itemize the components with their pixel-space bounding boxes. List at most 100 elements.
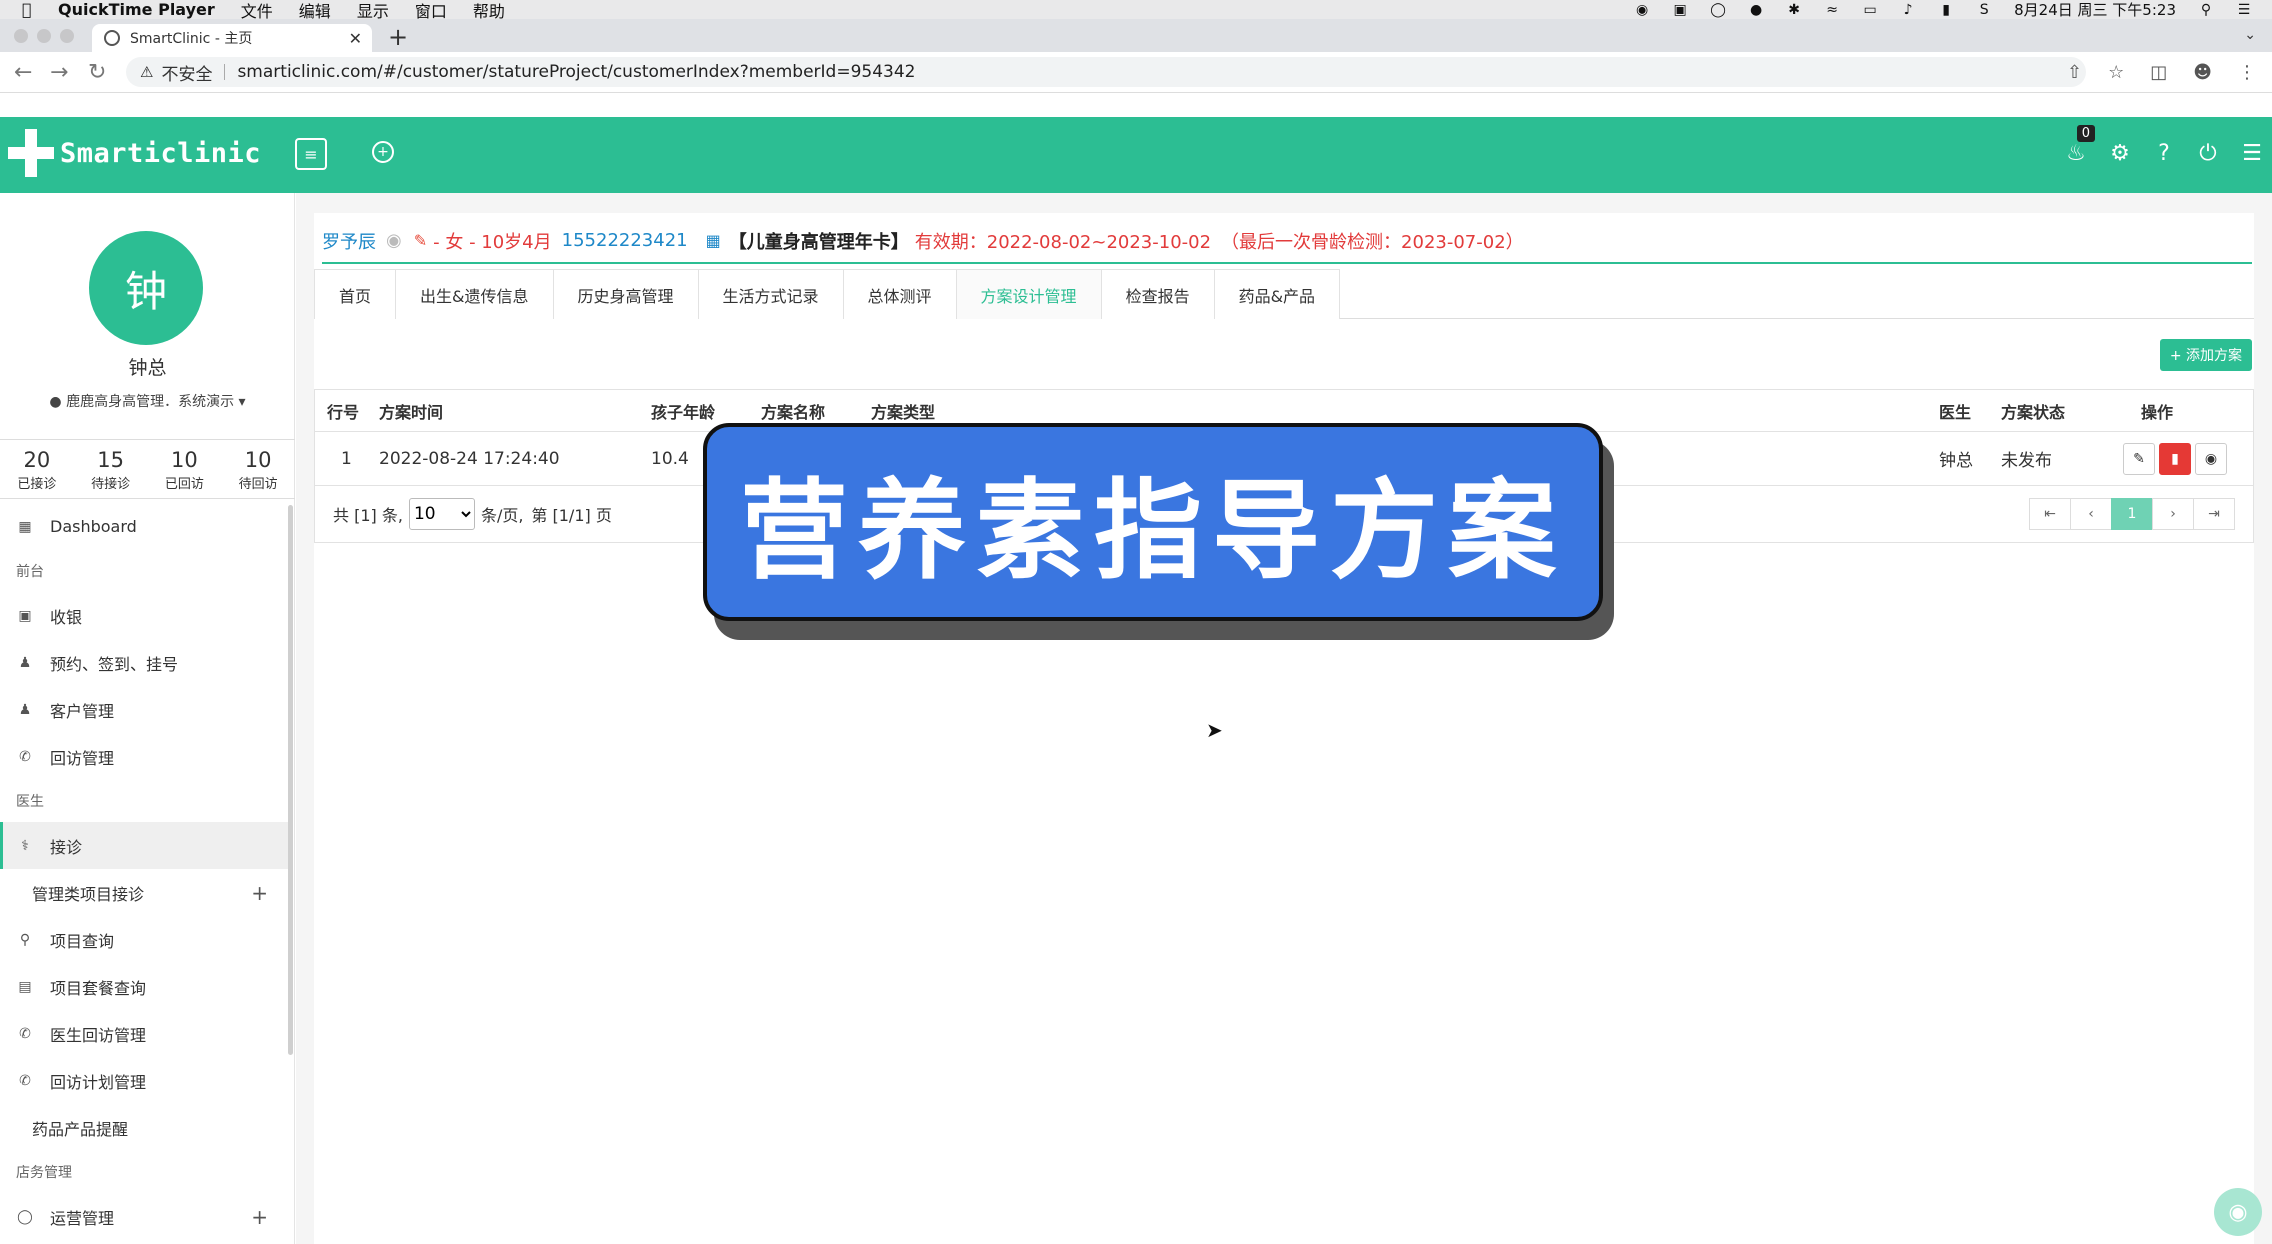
tab-close-icon[interactable]: ✕ (349, 29, 362, 48)
sidebar-item-mgmt-reception[interactable]: 管理类项目接诊 + (0, 869, 288, 916)
back-arrow-icon[interactable]: ← (14, 60, 32, 85)
wechat-icon[interactable]: ● (1748, 2, 1764, 18)
edit-pen-icon[interactable]: ✎ (414, 231, 427, 250)
tab-lifestyle[interactable]: 生活方式记录 (697, 269, 844, 319)
sidebar-item-package-query[interactable]: ▤ 项目套餐查询 (0, 963, 288, 1010)
tab-home[interactable]: 首页 (314, 269, 397, 319)
tab-exam-report[interactable]: 检查报告 (1100, 269, 1215, 319)
logo[interactable]: Smarticlinic (8, 129, 261, 177)
help-icon[interactable]: ? (2152, 141, 2176, 166)
profile-icon[interactable]: ☻ (2193, 62, 2212, 83)
list-indent-icon[interactable]: ☰ (2240, 141, 2264, 166)
next-page-icon[interactable]: › (2152, 498, 2194, 530)
patient-name[interactable]: 罗予辰 (322, 228, 376, 254)
browser-toolbar-icons: ⇧ ☆ ◫ ☻ ⋮ (2067, 62, 2256, 83)
sidebar-item-appointment[interactable]: ♟ 预约、签到、挂号 (0, 639, 288, 686)
star-icon[interactable]: ☆ (2108, 62, 2124, 83)
section-store: 店务管理 (16, 1165, 72, 1181)
new-tab-button[interactable]: + (388, 23, 408, 51)
sidebar-item-cashier[interactable]: ▣ 收银 (0, 592, 288, 639)
airplay-icon[interactable]: ▭ (1862, 2, 1878, 18)
trash-icon[interactable]: ▮ (2159, 442, 2191, 475)
stat-to-follow[interactable]: 10 待回访 (221, 440, 295, 498)
w-icon[interactable]: ▣ (1672, 2, 1688, 18)
tab-overall-eval[interactable]: 总体测评 (842, 269, 957, 319)
last-bone-age-check: （最后一次骨龄检测：2023-07-02） (1221, 231, 1524, 253)
app-header: Smarticlinic ≡ + 0 ♨ ⚙ ? ⏻ ☰ (0, 117, 2272, 193)
sidebar-item-label: 接诊 (50, 837, 83, 857)
stat-received[interactable]: 20 已接诊 (0, 440, 74, 498)
eye-icon[interactable]: ◉ (2195, 442, 2227, 475)
page-current[interactable]: 1 (2111, 498, 2153, 530)
sidebar-item-doctor-followup[interactable]: ✆ 医生回访管理 (0, 1010, 288, 1057)
cell-row-no: 1 (341, 448, 352, 469)
stat-followed[interactable]: 10 已回访 (148, 440, 222, 498)
col-type: 方案类型 (871, 402, 936, 422)
apple-icon[interactable]:  (22, 0, 42, 19)
clock[interactable]: 8月24日 周三 下午5:23 (2014, 0, 2176, 20)
sidebar-item-drug-reminder[interactable]: 药品产品提醒 (0, 1104, 288, 1151)
sidebar-item-label: 项目套餐查询 (50, 978, 147, 998)
first-page-icon[interactable]: ⇤ (2029, 498, 2071, 530)
menu-toggle-button[interactable]: ≡ (295, 138, 327, 170)
forward-arrow-icon[interactable]: → (50, 60, 68, 85)
stat-waiting[interactable]: 15 待接诊 (74, 440, 148, 498)
user-location[interactable]: ● 鹿鹿高身高管理．系统演示 ▾ (0, 391, 295, 411)
url-field[interactable]: ⚠ 不安全 smarticlinic.com/#/customer/statur… (126, 57, 2086, 87)
tab-birth-genetics[interactable]: 出生&遗传信息 (395, 269, 554, 319)
add-plan-button[interactable]: + 添加方案 (2159, 339, 2252, 371)
tab-plan-design[interactable]: 方案设计管理 (955, 269, 1102, 319)
maximize-window-button[interactable] (60, 29, 74, 43)
cell-doctor: 钟总 (1939, 451, 1973, 471)
add-circle-icon[interactable]: + (372, 141, 394, 163)
sidebar-item-label: 回访管理 (50, 748, 115, 768)
volume-icon[interactable]: ♪ (1900, 2, 1916, 18)
prev-page-icon[interactable]: ‹ (2070, 498, 2112, 530)
sidebar-item-customer[interactable]: ♟ 客户管理 (0, 686, 288, 733)
tab-search-icon[interactable]: ⌄ (2244, 27, 2256, 43)
last-page-icon[interactable]: ⇥ (2193, 498, 2235, 530)
col-ops: 操作 (2141, 402, 2174, 422)
phone-icon: ✆ (19, 748, 31, 765)
reload-icon[interactable]: ↻ (88, 60, 106, 85)
kebab-menu-icon[interactable]: ⋮ (2238, 62, 2256, 83)
wifi-icon[interactable]: ≈ (1824, 2, 1840, 18)
control-center-icon[interactable]: ☰ (2236, 2, 2252, 18)
tab-height-history[interactable]: 历史身高管理 (552, 269, 699, 319)
browser-tab[interactable]: SmartClinic - 主页 ✕ (92, 24, 372, 52)
share-icon[interactable]: ⇧ (2067, 62, 2082, 83)
bell-icon[interactable]: ♨ (2064, 141, 2088, 166)
sidebar-item-project-query[interactable]: ⚲ 项目查询 (0, 916, 288, 963)
user-location-text: 鹿鹿高身高管理．系统演示 (66, 394, 235, 410)
sidebar-scrollbar[interactable] (288, 505, 293, 1055)
power-icon[interactable]: ⏻ (2196, 141, 2220, 166)
card-icon: ▦ (705, 231, 721, 250)
page-size-select[interactable]: 10 (408, 498, 475, 530)
chat-bubble-icon[interactable]: ◯ (1710, 2, 1726, 18)
edit-pen-icon[interactable]: ✎ (2123, 442, 2155, 475)
globe-icon (104, 30, 120, 46)
expand-plus-icon[interactable]: + (251, 1205, 268, 1229)
close-window-button[interactable] (14, 29, 28, 43)
tab-drugs-products[interactable]: 药品&产品 (1213, 269, 1341, 319)
sidebar-item-operation[interactable]: ◯ 运营管理 + (0, 1193, 288, 1240)
wechat-chat-icon[interactable]: ◉ (2214, 1188, 2262, 1236)
s-icon[interactable]: S (1976, 2, 1992, 18)
sidepanel-icon[interactable]: ◫ (2150, 62, 2167, 83)
bluetooth-icon[interactable]: ✱ (1786, 2, 1802, 18)
sidebar-item-followup-plan[interactable]: ✆ 回访计划管理 (0, 1057, 288, 1104)
logo-cross-icon (8, 129, 54, 177)
minimize-window-button[interactable] (37, 29, 51, 43)
search-icon: ⚲ (19, 931, 31, 948)
record-icon[interactable]: ◉ (1634, 2, 1650, 18)
chat-icon[interactable]: ◉ (386, 230, 402, 251)
sidebar-item-reception[interactable]: ⚕ 接诊 (0, 822, 288, 869)
avatar[interactable]: 钟 (89, 231, 203, 345)
sidebar-item-dashboard[interactable]: ▦ Dashboard (0, 503, 288, 550)
spotlight-icon[interactable]: ⚲ (2198, 2, 2214, 18)
gear-icon[interactable]: ⚙ (2108, 141, 2132, 166)
expand-plus-icon[interactable]: + (251, 881, 268, 905)
battery-icon[interactable]: ▮ (1938, 2, 1954, 18)
sidebar-item-followup[interactable]: ✆ 回访管理 (0, 733, 288, 780)
menu-app-name[interactable]: QuickTime Player (58, 0, 215, 19)
